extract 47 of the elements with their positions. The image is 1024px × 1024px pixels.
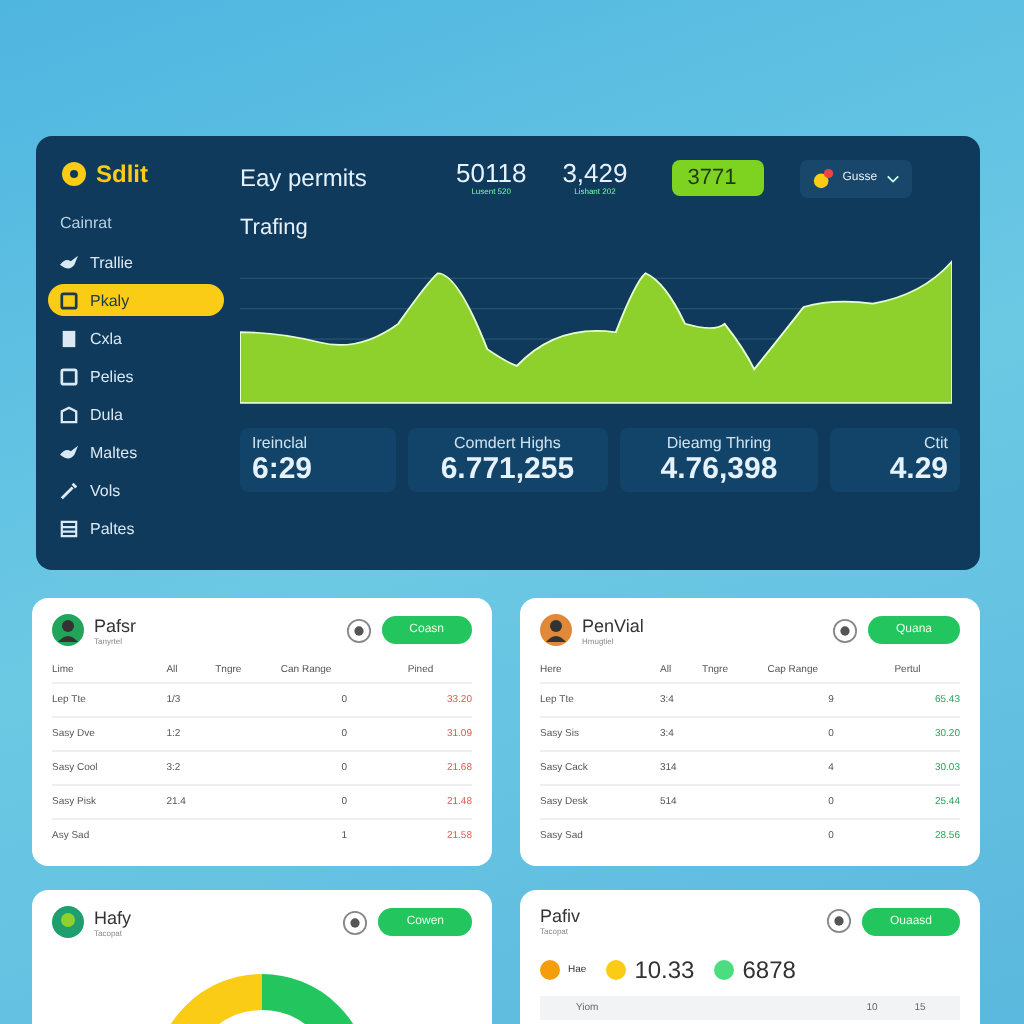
legend-label: 10.33 <box>634 956 695 984</box>
box-icon <box>60 405 78 423</box>
card-title: Pafsr <box>94 615 139 635</box>
header-stat-value: 50118 <box>456 160 527 186</box>
avatar-icon <box>52 614 84 646</box>
stat-value: 6:29 <box>252 452 315 486</box>
bird-icon <box>60 443 78 461</box>
square-icon <box>60 291 78 309</box>
card-title: Hafy <box>94 907 134 927</box>
sidebar-item[interactable]: Maltes <box>48 436 224 468</box>
document-icon <box>60 329 78 347</box>
avatar-icon <box>52 906 84 938</box>
sidebar-section-label: Cainrat <box>58 214 114 232</box>
legend-label: 6878 <box>742 956 796 984</box>
stat-label: Ctit <box>924 434 949 452</box>
settings-icon[interactable] <box>831 617 858 643</box>
settings-icon[interactable] <box>345 617 372 643</box>
sidebar-item[interactable]: Dula <box>48 398 224 430</box>
sidebar-item[interactable]: Trallie <box>48 246 224 278</box>
list-icon <box>60 519 78 537</box>
sidebar-item[interactable]: Pelies <box>48 360 224 392</box>
stat-label: Dieamg Thring <box>666 434 772 452</box>
header-title: Eay permits <box>240 164 369 192</box>
sidebar-item[interactable]: Pkaly <box>48 284 224 316</box>
bird-icon <box>60 253 78 271</box>
chart-title: Trafing <box>240 216 310 240</box>
stat-value: 6.771,255 <box>440 452 575 486</box>
avatar-icon <box>540 614 572 646</box>
sidebar-item[interactable]: Vols <box>48 474 224 506</box>
square-icon <box>60 367 78 385</box>
stat-value: 4.76,398 <box>660 452 778 486</box>
settings-icon[interactable] <box>342 909 369 935</box>
stat-value: 4.29 <box>889 452 949 486</box>
stat-label: Comdert Highs <box>454 434 561 452</box>
header-stat-value: 3,429 <box>562 160 628 186</box>
card-title: PenVial <box>582 615 646 635</box>
user-avatar-icon <box>812 167 835 189</box>
caret-icon <box>885 173 900 183</box>
stat-label: Ireinclal <box>252 434 310 452</box>
app-logo-text: Sdlit <box>96 160 148 188</box>
settings-icon[interactable] <box>825 908 852 934</box>
wand-icon <box>60 481 78 499</box>
highlight-value-badge: 3771 <box>671 160 765 196</box>
circle-logo-icon <box>60 160 88 188</box>
sidebar-item[interactable]: Cxla <box>48 322 224 354</box>
sidebar-item[interactable]: Paltes <box>48 512 224 544</box>
card-title: Pafiv <box>540 906 583 926</box>
